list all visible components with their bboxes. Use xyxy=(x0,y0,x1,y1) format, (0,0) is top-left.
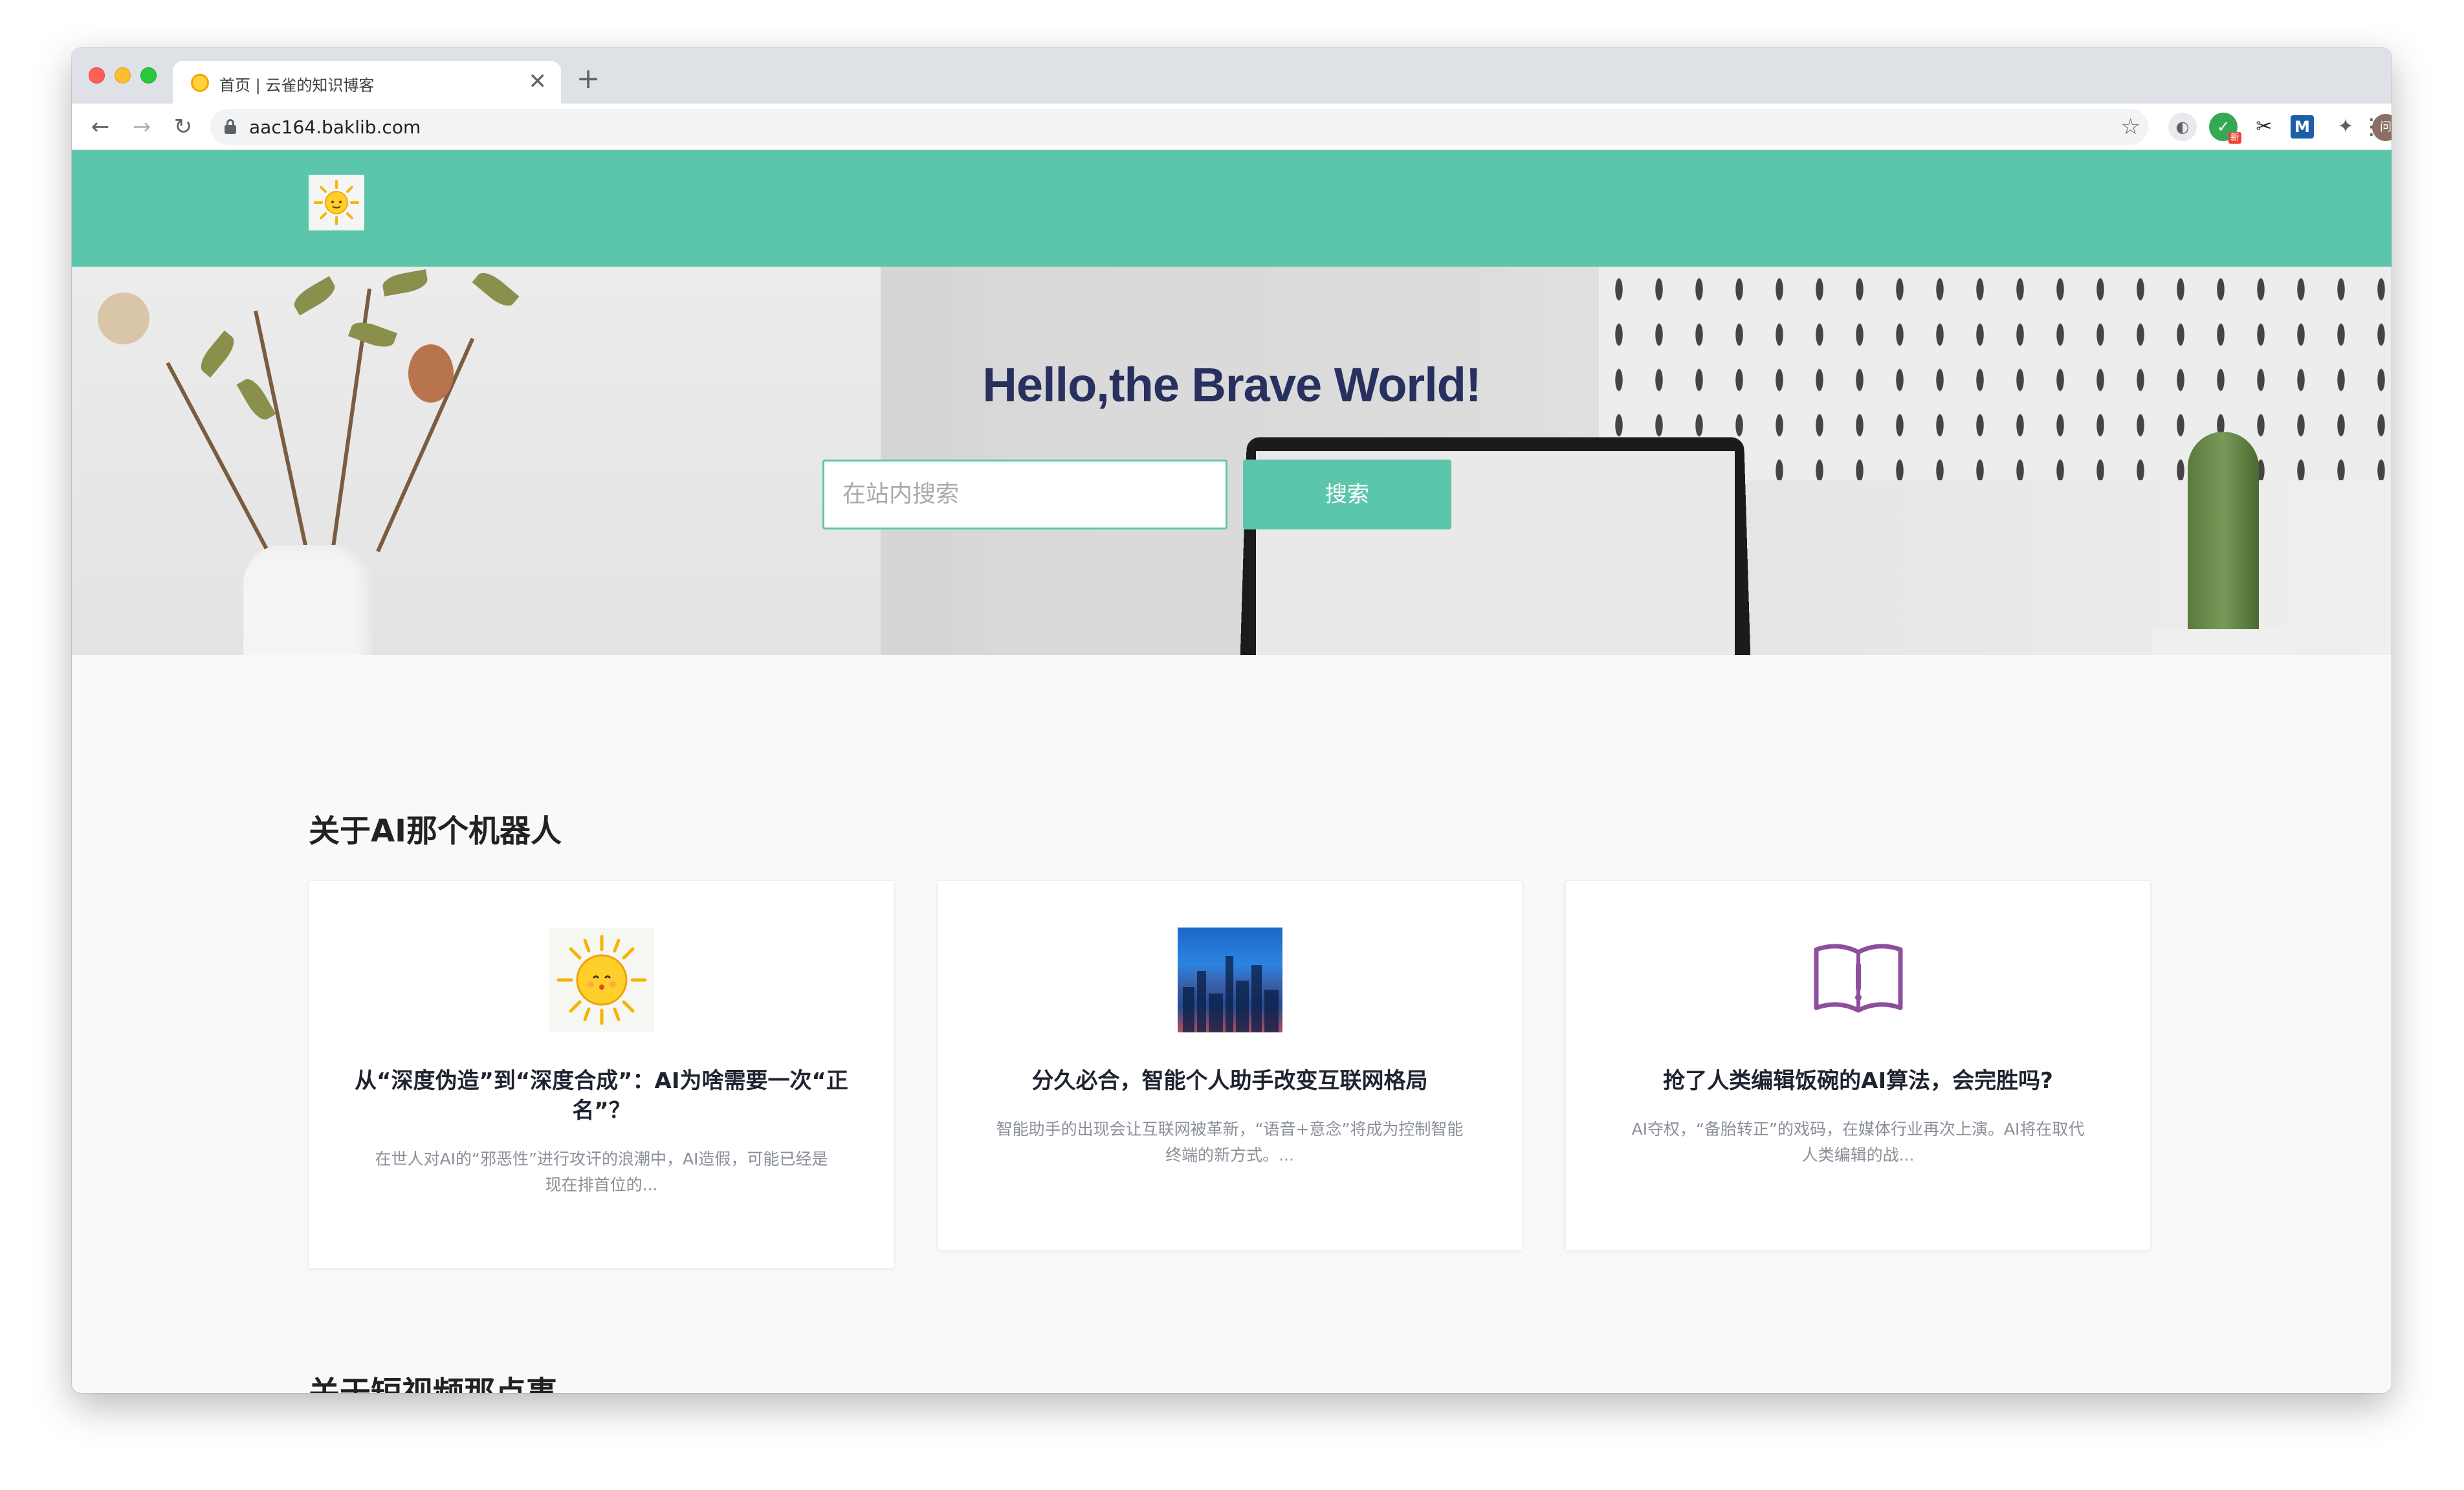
article-card[interactable]: 分久必合，智能个人助手改变互联网格局 智能助手的出现会让互联网被革新，“语音+意… xyxy=(937,880,1523,1251)
zoom-window-button[interactable] xyxy=(140,67,157,83)
sun-icon xyxy=(556,935,646,1025)
favicon-icon xyxy=(191,74,209,92)
site-header xyxy=(72,150,2392,267)
tab-strip: 首页 | 云雀的知识博客 ✕ + xyxy=(72,48,2392,104)
close-tab-icon[interactable]: ✕ xyxy=(529,67,547,96)
sun-image xyxy=(549,928,654,1032)
new-tab-button[interactable]: + xyxy=(570,61,606,97)
card-title[interactable]: 分久必合，智能个人助手改变互联网格局 xyxy=(976,1066,1483,1096)
site-logo[interactable] xyxy=(309,175,364,230)
url-text[interactable]: aac164.baklib.com xyxy=(249,117,421,138)
hero-flower xyxy=(98,293,149,344)
extension-globe-icon[interactable]: ◐ xyxy=(2168,113,2197,141)
site-search-input[interactable]: 在站内搜索 xyxy=(822,460,1227,529)
extension-m-icon[interactable]: M xyxy=(2291,115,2314,139)
extension-check-icon[interactable]: ✓ 新 xyxy=(2209,113,2241,144)
article-card[interactable]: 抢了人类编辑饭碗的AI算法，会完胜吗? AI夺权，“备胎转正”的戏码，在媒体行业… xyxy=(1565,880,2151,1251)
extension-scissors-icon[interactable]: ✂ xyxy=(2250,113,2278,141)
close-window-button[interactable] xyxy=(89,67,105,83)
city-image xyxy=(1177,928,1282,1032)
hero-cactus xyxy=(2188,432,2259,639)
card-description: 在世人对AI的“邪恶性”进行攻讦的浪潮中，AI造假，可能已经是现在排首位的... xyxy=(375,1150,828,1194)
browser-window: 首页 | 云雀的知识博客 ✕ + ← → ↻ aac164.baklib.com… xyxy=(72,48,2392,1393)
hero-vase xyxy=(243,545,373,655)
article-card[interactable]: 从“深度伪造”到“深度合成”：AI为啥需要一次“正名”？ 在世人对AI的“邪恶性… xyxy=(309,880,894,1269)
minimize-window-button[interactable] xyxy=(115,67,131,83)
browser-toolbar: ← → ↻ aac164.baklib.com ☆ ◐ ✓ 新 ✂ M ✦ 问 ⋮ xyxy=(72,104,2392,150)
hero-pot xyxy=(2152,629,2294,655)
lock-icon[interactable] xyxy=(225,119,236,135)
tab-title: 首页 | 云雀的知识博客 xyxy=(219,76,375,95)
book-exclamation-icon xyxy=(1806,928,1911,1032)
reload-button[interactable]: ↻ xyxy=(168,111,199,142)
sun-logo-icon xyxy=(314,180,359,225)
browser-tab[interactable]: 首页 | 云雀的知识博客 ✕ xyxy=(173,61,561,104)
page-content: Hello,the Brave World! 在站内搜索 搜索 关于AI那个机器… xyxy=(72,150,2392,1393)
search-button[interactable]: 搜索 xyxy=(1243,460,1451,529)
section-title: 关于短视频那点事 xyxy=(309,1375,558,1393)
hero-title: Hello,the Brave World! xyxy=(982,358,1481,412)
extension-badge: 新 xyxy=(2228,132,2241,144)
back-button[interactable]: ← xyxy=(85,111,116,142)
card-title[interactable]: 抢了人类编辑饭碗的AI算法，会完胜吗? xyxy=(1605,1066,2111,1096)
hero-wall xyxy=(72,267,881,655)
forward-button[interactable]: → xyxy=(126,111,157,142)
bookmark-star-icon[interactable]: ☆ xyxy=(2121,113,2140,141)
card-description: AI夺权，“备胎转正”的戏码，在媒体行业再次上演。AI将在取代人类编辑的战... xyxy=(1631,1120,2085,1164)
card-title[interactable]: 从“深度伪造”到“深度合成”：AI为啥需要一次“正名”？ xyxy=(348,1066,855,1126)
extensions-puzzle-icon[interactable]: ✦ xyxy=(2331,113,2360,141)
address-bar[interactable]: aac164.baklib.com ☆ xyxy=(210,109,2148,145)
browser-menu-icon[interactable]: ⋮ xyxy=(2360,111,2382,142)
hero-banner: Hello,the Brave World! 在站内搜索 搜索 xyxy=(72,267,2392,655)
card-description: 智能助手的出现会让互联网被革新，“语音+意念”将成为控制智能终端的新方式。... xyxy=(996,1120,1464,1164)
section-title: 关于AI那个机器人 xyxy=(309,813,562,849)
